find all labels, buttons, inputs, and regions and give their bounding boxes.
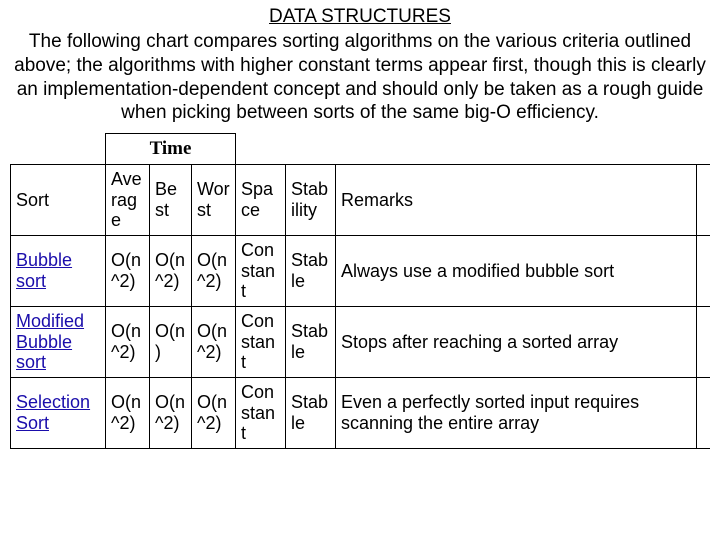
- intro-paragraph: The following chart compares sorting alg…: [10, 30, 710, 125]
- blank-cell: [11, 134, 106, 165]
- blank-cell: [696, 378, 710, 449]
- col-worst: Worst: [192, 164, 236, 235]
- comparison-table: Time Sort Average Best Worst Space Stabi…: [10, 133, 710, 449]
- blank-cell: [696, 235, 710, 306]
- cell-space: Constant: [236, 306, 286, 377]
- cell-space: Constant: [236, 378, 286, 449]
- table-row: Selection Sort O(n^2) O(n^2) O(n^2) Cons…: [11, 378, 711, 449]
- cell-space: Constant: [236, 235, 286, 306]
- cell-average: O(n^2): [106, 306, 150, 377]
- blank-cell: [696, 306, 710, 377]
- sort-link[interactable]: Modified Bubble sort: [16, 311, 84, 372]
- cell-sort[interactable]: Modified Bubble sort: [11, 306, 106, 377]
- cell-best: O(n^2): [150, 378, 192, 449]
- cell-average: O(n^2): [106, 235, 150, 306]
- col-best: Best: [150, 164, 192, 235]
- cell-sort[interactable]: Bubble sort: [11, 235, 106, 306]
- blank-cell: [696, 164, 710, 235]
- time-header: Time: [106, 134, 236, 165]
- table-row: Bubble sort O(n^2) O(n^2) O(n^2) Constan…: [11, 235, 711, 306]
- col-space: Space: [236, 164, 286, 235]
- cell-stability: Stable: [286, 378, 336, 449]
- time-header-row: Time: [11, 134, 711, 165]
- blank-cell: [236, 134, 711, 165]
- cell-sort[interactable]: Selection Sort: [11, 378, 106, 449]
- cell-remarks: Even a perfectly sorted input requires s…: [336, 378, 697, 449]
- cell-remarks: Stops after reaching a sorted array: [336, 306, 697, 377]
- page-title: DATA STRUCTURES: [10, 6, 710, 28]
- column-header-row: Sort Average Best Worst Space Stability …: [11, 164, 711, 235]
- col-remarks: Remarks: [336, 164, 697, 235]
- cell-worst: O(n^2): [192, 235, 236, 306]
- cell-worst: O(n^2): [192, 306, 236, 377]
- col-sort: Sort: [11, 164, 106, 235]
- col-stability: Stability: [286, 164, 336, 235]
- sort-link[interactable]: Bubble sort: [16, 250, 72, 291]
- table-row: Modified Bubble sort O(n^2) O(n) O(n^2) …: [11, 306, 711, 377]
- cell-best: O(n): [150, 306, 192, 377]
- cell-stability: Stable: [286, 306, 336, 377]
- cell-best: O(n^2): [150, 235, 192, 306]
- cell-remarks: Always use a modified bubble sort: [336, 235, 697, 306]
- cell-stability: Stable: [286, 235, 336, 306]
- cell-average: O(n^2): [106, 378, 150, 449]
- col-average: Average: [106, 164, 150, 235]
- cell-worst: O(n^2): [192, 378, 236, 449]
- sort-link[interactable]: Selection Sort: [16, 392, 90, 433]
